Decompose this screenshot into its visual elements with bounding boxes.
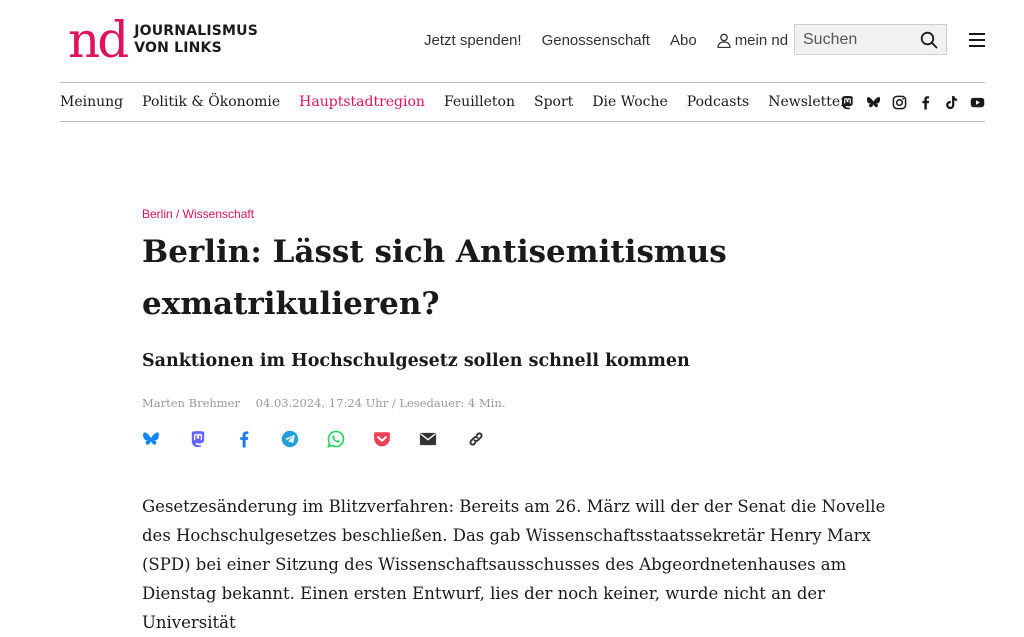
nav-item-podcasts[interactable]: Podcasts [687,94,749,110]
search-icon[interactable] [920,31,938,49]
mastodon-icon[interactable] [189,430,207,448]
subscription-link[interactable]: Abo [670,32,697,49]
hamburger-menu-icon[interactable] [969,33,985,47]
account-label: mein nd [734,31,789,49]
social-links [829,83,985,121]
user-icon [717,33,731,48]
account-link[interactable]: mein nd [717,32,788,49]
mastodon-icon[interactable] [840,95,855,110]
nav-item-sport[interactable]: Sport [534,94,573,110]
search-box [794,24,947,55]
telegram-icon[interactable] [281,430,299,448]
article-kicker[interactable]: Berlin / Wissenschaft [142,207,254,221]
article-author[interactable]: Marten Brehmer [142,396,240,410]
article-meta: Marten Brehmer 04.03.2024, 17:24 Uhr / L… [142,396,505,410]
nav-item-politik-oekonomie[interactable]: Politik & Ökonomie [142,94,280,110]
nav-item-feuilleton[interactable]: Feuilleton [444,94,515,110]
facebook-icon[interactable] [235,430,253,448]
search-input[interactable] [803,30,903,49]
article-body: Gesetzesänderung im Blitzverfahren: Bere… [142,497,886,632]
instagram-icon[interactable] [892,95,907,110]
nav-item-hauptstadtregion[interactable]: Hauptstadtregion [299,94,425,110]
youtube-icon[interactable] [970,95,985,110]
link-icon[interactable] [467,430,485,448]
whatsapp-icon[interactable] [327,430,345,448]
logo-mark: nd [68,11,129,69]
tiktok-icon[interactable] [944,95,959,110]
nav-item-meinung[interactable]: Meinung [60,94,123,110]
service-nav: Jetzt spenden! Genossenschaft Abo mein n… [424,29,788,51]
email-icon[interactable] [419,430,437,448]
article-headline: Berlin: Lässt sich Antisemitismus exmatr… [142,234,727,322]
main-nav: Meinung Politik & Ökonomie Hauptstadtreg… [60,82,985,122]
article-subheadline: Sanktionen im Hochschulgesetz sollen sch… [142,351,690,371]
logo-claim-line1: JOURNALISMUS [134,23,259,39]
site-logo[interactable]: nd JOURNALISMUS VON LINKS [68,12,258,68]
cooperative-link[interactable]: Genossenschaft [542,32,650,49]
bluesky-icon[interactable] [866,95,881,110]
article-date-readtime: 04.03.2024, 17:24 Uhr / Lesedauer: 4 Min… [255,396,506,410]
share-bar [142,429,485,449]
pocket-icon[interactable] [373,430,391,448]
logo-claim-line2: VON LINKS [134,40,222,56]
donate-link[interactable]: Jetzt spenden! [424,32,522,49]
nav-item-die-woche[interactable]: Die Woche [592,94,667,110]
facebook-icon[interactable] [918,95,933,110]
bluesky-icon[interactable] [142,430,160,448]
logo-claim: JOURNALISMUS VON LINKS [134,23,258,57]
